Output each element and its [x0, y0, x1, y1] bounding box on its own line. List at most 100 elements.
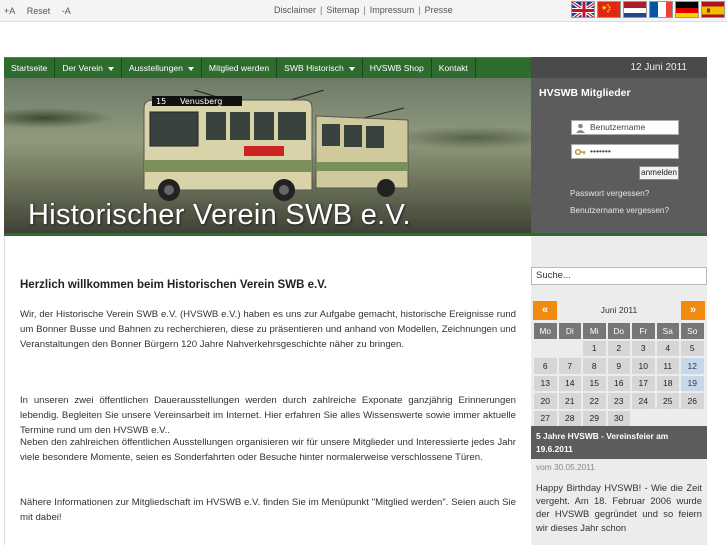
calendar-day[interactable]: 11 [656, 358, 679, 374]
chevron-down-icon [348, 66, 355, 71]
exhibitions-paragraph: In unseren zwei öffentlichen Dauerausste… [20, 395, 516, 436]
font-size-controls: +A Reset -A [4, 6, 80, 16]
calendar-day[interactable]: 26 [681, 393, 704, 409]
calendar-weekday: Sa [656, 323, 679, 339]
nav-item-ausstellungen[interactable]: Ausstellungen [122, 58, 202, 78]
germany-flag-icon[interactable] [675, 1, 699, 18]
page: +A Reset -A Disclaimer | Sitemap | Impressum… [0, 0, 727, 545]
calendar-day[interactable]: 16 [607, 375, 630, 391]
calendar-widget: « Juni 2011 » Mo Di Mi Do Fr Sa So 1 2 3 4 5 6 7 8 9 10 1… [531, 301, 707, 428]
calendar-week-row: 6 7 8 9 10 11 12 [534, 358, 704, 374]
trolleybus-illustration: 15 Venusberg [143, 90, 409, 201]
news-title[interactable]: 5 Jahre HVSWB - Vereinsfeier am 19.6.201… [531, 426, 707, 459]
calendar-day[interactable]: 15 [583, 375, 606, 391]
bus-destination: Venusberg [180, 97, 222, 106]
calendar-day[interactable]: 27 [534, 410, 557, 426]
current-date: 12 Juni 2011 [531, 57, 707, 78]
calendar-weekday: Fr [632, 323, 655, 339]
calendar-day[interactable]: 28 [558, 410, 581, 426]
login-button[interactable]: anmelden [639, 166, 679, 180]
calendar-weekday: Mo [534, 323, 557, 339]
uk-flag-icon[interactable] [571, 1, 595, 18]
calendar-day[interactable]: 3 [632, 340, 655, 356]
nav-label: SWB Historisch [284, 63, 344, 73]
separator: | [418, 5, 421, 15]
calendar-day[interactable]: 7 [558, 358, 581, 374]
calendar-day[interactable]: 2 [607, 340, 630, 356]
user-icon [576, 123, 585, 133]
nav-item-mitglied-werden[interactable]: Mitglied werden [202, 58, 278, 78]
netherlands-flag-icon[interactable] [623, 1, 647, 18]
forgot-password-link[interactable]: Passwort vergessen? [570, 188, 649, 198]
search-input[interactable]: Suche... [531, 267, 707, 285]
username-placeholder: Benutzername [590, 122, 646, 132]
nav-item-kontakt[interactable]: Kontakt [432, 58, 476, 78]
calendar-day[interactable]: 24 [632, 393, 655, 409]
calendar-grid: Mo Di Mi Do Fr Sa So 1 2 3 4 5 6 7 8 9 10 11 12 13 14 15 16 17 1… [532, 321, 706, 428]
calendar-day[interactable]: 30 [607, 410, 630, 426]
login-title: HVSWB Mitglieder [539, 87, 631, 99]
username-field[interactable]: Benutzername [571, 120, 679, 135]
news-date: vom 30.05.2011 [536, 462, 595, 472]
disclaimer-link[interactable]: Disclaimer [274, 5, 316, 15]
font-increase-link[interactable]: +A [4, 6, 15, 16]
calendar-day[interactable]: 22 [583, 393, 606, 409]
sitemap-link[interactable]: Sitemap [326, 5, 359, 15]
calendar-weekday-row: Mo Di Mi Do Fr Sa So [534, 323, 704, 339]
calendar-week-row: 27 28 29 30 [534, 410, 704, 426]
calendar-day[interactable]: 13 [534, 375, 557, 391]
top-links: Disclaimer | Sitemap | Impressum | Presse [274, 5, 453, 15]
separator: | [320, 5, 323, 15]
calendar-day[interactable]: 9 [607, 358, 630, 374]
font-decrease-link[interactable]: -A [62, 6, 71, 16]
calendar-day[interactable]: 20 [534, 393, 557, 409]
intro-paragraph: Wir, der Historische Verein SWB e.V. (HV… [20, 309, 516, 350]
calendar-day[interactable]: 14 [558, 375, 581, 391]
calendar-empty-cell [534, 340, 557, 356]
france-flag-icon[interactable] [649, 1, 673, 18]
calendar-week-row: 12345 [534, 340, 704, 356]
nav-label: Kontakt [438, 63, 468, 73]
calendar-day[interactable]: 17 [632, 375, 655, 391]
calendar-day[interactable]: 18 [656, 375, 679, 391]
password-field[interactable]: ••••••• [571, 144, 679, 159]
svg-text:★: ★ [601, 4, 607, 12]
calendar-day[interactable]: 4 [656, 340, 679, 356]
nav-label: Startseite [11, 63, 48, 73]
calendar-day[interactable]: 10 [632, 358, 655, 374]
calendar-header: « Juni 2011 » [531, 301, 707, 321]
language-flags: ★ [571, 1, 725, 18]
calendar-day[interactable]: 29 [583, 410, 606, 426]
calendar-day[interactable]: 1 [583, 340, 606, 356]
calendar-day[interactable]: 5 [681, 340, 704, 356]
nav-label: HVSWB Shop [369, 63, 424, 73]
nav-label: Ausstellungen [128, 63, 183, 73]
password-value: ••••••• [590, 146, 611, 156]
nav-item-startseite[interactable]: Startseite [4, 58, 56, 78]
calendar-day[interactable]: 8 [583, 358, 606, 374]
calendar-weekday: So [681, 323, 704, 339]
china-flag-icon[interactable]: ★ [597, 1, 621, 18]
calendar-next-button[interactable]: » [681, 301, 705, 320]
key-icon [575, 148, 586, 156]
calendar-day[interactable]: 12 [681, 358, 704, 374]
calendar-empty-cell [656, 410, 679, 426]
nav-item-swb-historisch[interactable]: SWB Historisch [277, 58, 363, 78]
calendar-day[interactable]: 6 [534, 358, 557, 374]
spain-flag-icon[interactable] [701, 1, 725, 18]
right-sidebar: Suche... « Juni 2011 » Mo Di Mi Do Fr Sa So 1 2 3… [531, 236, 707, 545]
calendar-week-row: 20 21 22 23 24 25 26 [534, 393, 704, 409]
calendar-day[interactable]: 21 [558, 393, 581, 409]
calendar-day[interactable]: 25 [656, 393, 679, 409]
forgot-username-link[interactable]: Benutzername vergessen? [570, 205, 669, 215]
calendar-empty-cell [681, 410, 704, 426]
calendar-day[interactable]: 19 [681, 375, 704, 391]
top-utility-bar: +A Reset -A Disclaimer | Sitemap | Impressum… [0, 0, 727, 22]
nav-label: Der Verein [62, 63, 103, 73]
nav-item-hvswb-shop[interactable]: HVSWB Shop [363, 58, 432, 78]
font-reset-link[interactable]: Reset [27, 6, 51, 16]
nav-item-der-verein[interactable]: Der Verein [55, 58, 122, 78]
calendar-day[interactable]: 23 [607, 393, 630, 409]
impressum-link[interactable]: Impressum [370, 5, 415, 15]
presse-link[interactable]: Presse [425, 5, 453, 15]
